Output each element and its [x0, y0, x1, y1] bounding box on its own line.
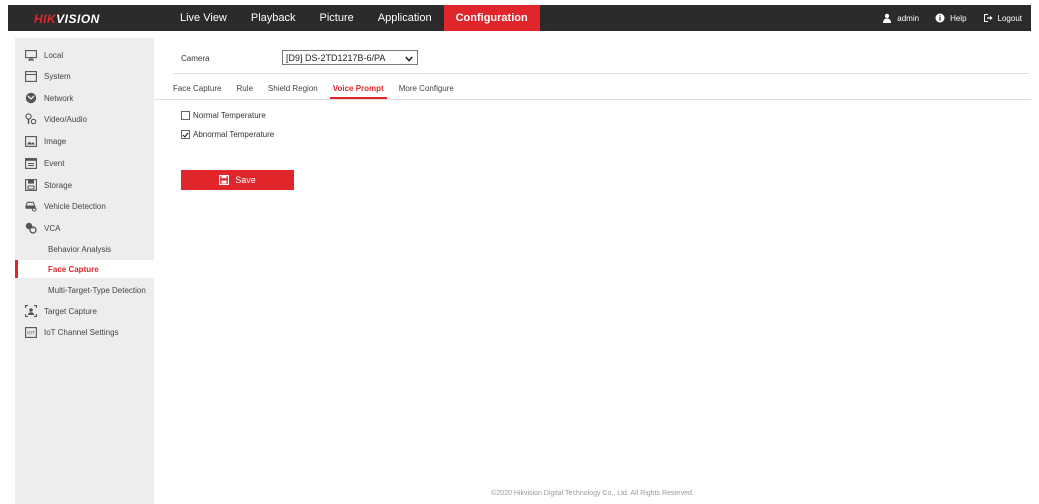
sidebar-item-vca[interactable]: VCA	[15, 219, 154, 237]
sidebar-item-target-capture[interactable]: Target Capture	[15, 302, 154, 320]
camera-select[interactable]: [D9] DS-2TD1217B-6/PA	[282, 50, 418, 65]
sidebar-item-label: Video/Audio	[44, 114, 87, 124]
check-icon	[182, 132, 189, 138]
abnormal-temperature-option[interactable]: Abnormal Temperature	[181, 130, 274, 139]
nav-playback[interactable]: Playback	[239, 5, 308, 31]
copyright-footer: ©2020 Hikvision Digital Technology Co., …	[491, 490, 694, 497]
camera-select-value: [D9] DS-2TD1217B-6/PA	[286, 52, 386, 63]
iot-icon: IOT	[25, 326, 37, 338]
vca-icon	[25, 222, 37, 234]
sidebar-subitem-multi-target-type-detection[interactable]: Multi-Target-Type Detection	[15, 281, 154, 299]
save-label: Save	[235, 175, 256, 185]
sidebar-item-label: System	[44, 71, 71, 81]
sidebar: Local System Network Video/Audio Image E…	[15, 38, 154, 504]
tab-voice-prompt[interactable]: Voice Prompt	[329, 84, 387, 100]
svg-text:IOT: IOT	[27, 330, 35, 336]
sidebar-item-local[interactable]: Local	[15, 46, 154, 64]
sidebar-item-video-audio[interactable]: Video/Audio	[15, 110, 154, 128]
tab-rule[interactable]: Rule	[236, 84, 252, 100]
sidebar-item-iot-channel-settings[interactable]: IOT IoT Channel Settings	[15, 323, 154, 341]
monitor-icon	[25, 49, 37, 61]
logout-label: Logout	[997, 13, 1022, 23]
sidebar-item-label: Vehicle Detection	[44, 201, 106, 211]
divider	[173, 73, 1029, 74]
save-icon	[219, 175, 230, 185]
top-bar: HIKVISION Live View Playback Picture App…	[8, 5, 1031, 31]
network-icon	[25, 92, 37, 104]
sidebar-item-label: VCA	[44, 223, 61, 233]
nav-application[interactable]: Application	[366, 5, 444, 31]
nav-picture[interactable]: Picture	[308, 5, 366, 31]
camera-label: Camera	[181, 54, 210, 63]
sidebar-subitem-behavior-analysis[interactable]: Behavior Analysis	[15, 240, 154, 258]
abnormal-temperature-checkbox[interactable]	[181, 130, 190, 139]
tab-more-configure[interactable]: More Configure	[399, 84, 454, 100]
normal-temperature-label: Normal Temperature	[193, 111, 266, 120]
user-name: admin	[897, 13, 920, 23]
user-icon	[882, 13, 892, 23]
top-nav: Live View Playback Picture Application C…	[168, 5, 540, 31]
sidebar-subitem-face-capture[interactable]: Face Capture	[15, 260, 154, 278]
nav-configuration[interactable]: Configuration	[443, 5, 540, 31]
sidebar-item-label: IoT Channel Settings	[44, 327, 119, 337]
help-label: Help	[950, 13, 967, 23]
divider	[154, 99, 1031, 100]
tab-face-capture[interactable]: Face Capture	[173, 84, 221, 100]
sidebar-item-label: Storage	[44, 180, 73, 190]
main-content: Camera [D9] DS-2TD1217B-6/PA Face Captur…	[154, 38, 1031, 504]
sidebar-item-image[interactable]: Image	[15, 132, 154, 150]
user-bar: admin Help Logout	[882, 5, 1022, 31]
target-capture-icon	[25, 305, 37, 317]
sidebar-item-label: Network	[44, 93, 74, 103]
help-icon	[935, 13, 945, 23]
user-menu[interactable]: admin	[882, 13, 919, 23]
vehicle-icon	[25, 200, 37, 212]
video-audio-icon	[25, 113, 37, 125]
abnormal-temperature-label: Abnormal Temperature	[193, 130, 275, 139]
sidebar-item-label: Image	[44, 136, 67, 146]
tab-shield-region[interactable]: Shield Region	[268, 84, 318, 100]
hikvision-logo: HIKVISION	[34, 12, 100, 26]
image-icon	[25, 135, 37, 147]
save-button[interactable]: Save	[181, 170, 294, 190]
sidebar-item-vehicle-detection[interactable]: Vehicle Detection	[15, 197, 154, 215]
logout-button[interactable]: Logout	[983, 13, 1022, 23]
event-icon	[25, 157, 37, 169]
system-icon	[25, 70, 37, 82]
sidebar-item-event[interactable]: Event	[15, 154, 154, 172]
tab-bar: Face Capture Rule Shield Region Voice Pr…	[173, 84, 469, 100]
sidebar-item-storage[interactable]: Storage	[15, 176, 154, 194]
normal-temperature-option[interactable]: Normal Temperature	[181, 111, 266, 120]
logout-icon	[983, 13, 993, 23]
sidebar-item-label: Event	[44, 158, 65, 168]
chevron-down-icon	[405, 54, 413, 64]
nav-live-view[interactable]: Live View	[168, 5, 239, 31]
sidebar-item-system[interactable]: System	[15, 67, 154, 85]
help-button[interactable]: Help	[935, 13, 967, 23]
sidebar-item-network[interactable]: Network	[15, 89, 154, 107]
sidebar-item-label: Local	[44, 50, 64, 60]
sidebar-item-label: Target Capture	[44, 306, 97, 316]
normal-temperature-checkbox[interactable]	[181, 111, 190, 120]
storage-icon	[25, 179, 37, 191]
